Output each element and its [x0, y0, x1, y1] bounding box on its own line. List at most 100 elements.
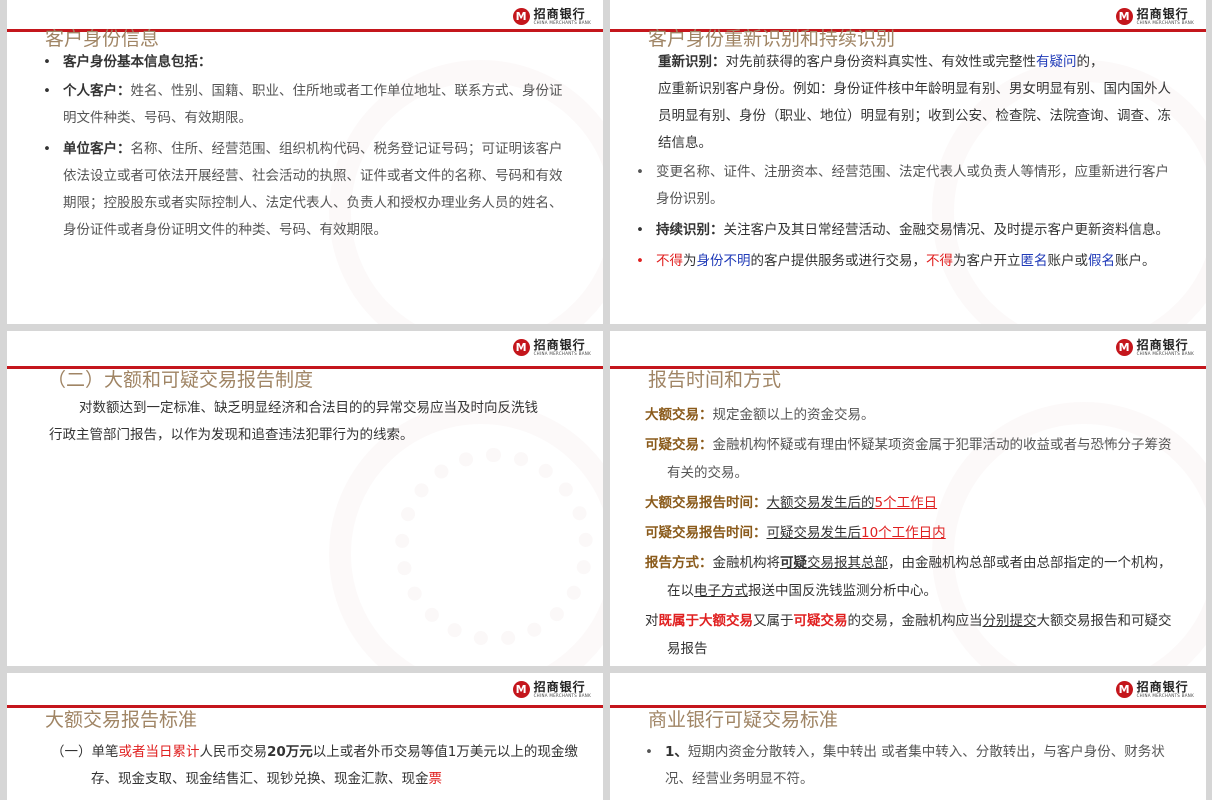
logo-en-text: CHINA MERCHANTS BANK [1136, 350, 1194, 356]
paragraph-reidentify: 重新识别：对先前获得的客户身份资料真实性、有效性或完整性有疑问的， 应重新识别客户… [636, 49, 1176, 157]
item-highlight: 5个工作日 [874, 495, 938, 511]
slide-title: 报告时间和方式 [648, 369, 782, 391]
item-highlight: 可疑 [780, 555, 807, 571]
slide-grid: M 招商银行 CHINA MERCHANTS BANK 客户身份信息 • 客户身份基… [0, 0, 1212, 800]
bullet-item: • 持续识别：关注客户及其日常经营活动、金融交易情况、及时提示客户更新资料信息。 [636, 222, 1170, 238]
logo-en-text: CHINA MERCHANTS BANK [1136, 692, 1194, 698]
highlight-text: 身份不明 [696, 253, 751, 269]
slide-suspicious-trade-standard[interactable]: M 招商银行 CHINA MERCHANTS BANK 商业银行可疑交易标准 • 1… [610, 673, 1206, 800]
slide-title: 客户身份重新识别和持续识别 [648, 28, 896, 50]
slide-title: （二）大额和可疑交易报告制度 [47, 369, 314, 391]
text: 为 [683, 253, 697, 269]
item-label: 大额交易： [645, 407, 713, 423]
line-large-trade: 大额交易：规定金额以上的资金交易。 [645, 401, 1175, 429]
slide-customer-identity-info[interactable]: M 招商银行 CHINA MERCHANTS BANK 客户身份信息 • 客户身份基… [7, 0, 603, 324]
bullet-text: 名称、住所、经营范围、组织机构代码、税务登记证号码；可证明该客户依法设立或者可依… [63, 141, 563, 238]
highlight-text: 匿名 [1020, 253, 1048, 269]
watermark-pattern [395, 448, 593, 646]
line-suspicious-trade: 可疑交易：金融机构怀疑或有理由怀疑某项资金属于犯罪活动的收益或者与恐怖分子筹资有… [645, 431, 1175, 487]
bullet-text: 关注客户及其日常经营活动、金融交易情况、及时提示客户更新资料信息。 [723, 222, 1170, 238]
text: 人民币交易 [199, 744, 268, 760]
line-suspicious-report-time: 可疑交易报告时间：可疑交易发生后10个工作日内 [645, 519, 1175, 547]
item-text: 金融机构怀疑或有理由怀疑某项资金属于犯罪活动的收益或者与恐怖分子筹资有关的交易。 [667, 437, 1172, 481]
slide-title: 大额交易报告标准 [45, 709, 198, 731]
slide-report-time-method[interactable]: M 招商银行 CHINA MERCHANTS BANK 报告时间和方式 大额交易：… [610, 331, 1206, 666]
text: 的客户提供服务或进行交易， [750, 253, 927, 269]
bullet-text: 短期内资金分散转入，集中转出 或者集中转入、分散转出，与客户身份、财务状况、经营… [665, 744, 1165, 787]
slide-large-suspicious-report-system[interactable]: M 招商银行 CHINA MERCHANTS BANK （二）大额和可疑交易报告制… [7, 331, 603, 666]
warn-text: 不得 [926, 253, 953, 269]
slide-body: 大额交易：规定金额以上的资金交易。 可疑交易：金融机构怀疑或有理由怀疑某项资金属… [645, 401, 1175, 663]
bullet-item: • 客户身份基本信息包括： [43, 54, 212, 70]
logo-cn-text: 招商银行 [1136, 337, 1189, 352]
slide-body: • 客户身份基本信息包括： • 个人客户：姓名、性别、国籍、职业、住所地或者工作单位… [43, 49, 573, 244]
para-text: 应重新识别客户身份。例如：身份证件核中年龄明显有别、男女明显有别、国内国外人员明… [658, 81, 1171, 151]
bullet-item: • 1、短期内资金分散转入，集中转出 或者集中转入、分散转出，与客户身份、财务状况… [645, 744, 1165, 787]
text: 账户或 [1047, 253, 1089, 269]
para-highlight: 有疑问 [1036, 54, 1077, 70]
item-highlight: 既属于大额交易 [658, 613, 754, 629]
bank-logo: M 招商银行 CHINA MERCHANTS BANK [512, 677, 591, 701]
bank-logo: M 招商银行 CHINA MERCHANTS BANK [1115, 4, 1194, 28]
item-text: 电子方式 [694, 583, 748, 599]
bank-logo: M 招商银行 CHINA MERCHANTS BANK [512, 4, 591, 28]
item-text: 报送中国反洗钱监测分析中心。 [748, 583, 937, 599]
item-label: 可疑交易： [645, 437, 713, 453]
bold-text: 20万元 [267, 744, 313, 760]
logo-cn-text: 招商银行 [533, 679, 586, 694]
text: 账户。 [1115, 253, 1156, 269]
item-label: 可疑交易报告时间： [645, 525, 767, 541]
warn-text: 不得 [656, 253, 683, 269]
item-highlight: 可疑交易 [793, 613, 848, 629]
bullet-item: • 变更名称、证件、注册资本、经营范围、法定代表人或负责人等情形，应重新进行客户身… [636, 164, 1169, 207]
line-report-method: 报告方式：金融机构将可疑交易报其总部，由金融机构总部或者由总部指定的一个机构，在… [645, 549, 1175, 605]
bank-logo-mark-icon: M [512, 7, 530, 25]
text: （一）单笔 [51, 744, 119, 760]
highlight-text: 票 [428, 771, 443, 787]
slide-body: 对数额达到一定标准、缺乏明显经济和合法目的的异常交易应当及时向反洗钱行政主管部门… [49, 400, 538, 443]
para-text: 的， [1076, 54, 1104, 70]
bullet-label: 单位客户： [63, 141, 131, 157]
logo-cn-text: 招商银行 [533, 337, 586, 352]
bullet-heading: 客户身份基本信息包括： [63, 54, 212, 70]
bank-logo-mark-icon: M [1115, 680, 1133, 698]
bank-logo-mark-icon: M [512, 338, 530, 356]
slide-body: （一）单笔或者当日累计人民币交易20万元以上或者外币交易等值1万美元以上的现金缴… [51, 739, 601, 793]
highlight-text: 或者当日累计 [118, 744, 200, 760]
slide-customer-reidentification[interactable]: M 招商银行 CHINA MERCHANTS BANK 客户身份重新识别和持续识别… [610, 0, 1206, 324]
item-text: 又属于 [753, 613, 794, 629]
logo-en-text: CHINA MERCHANTS BANK [533, 350, 591, 356]
logo-cn-text: 招商银行 [533, 6, 586, 21]
item-label: 大额交易报告时间： [645, 495, 767, 511]
highlight-text: 假名 [1088, 253, 1115, 269]
logo-en-text: CHINA MERCHANTS BANK [1136, 19, 1194, 25]
logo-cn-text: 招商银行 [1136, 679, 1189, 694]
item-text: 可疑交易发生后 [766, 525, 862, 541]
item-highlight: 分别提交 [982, 613, 1037, 629]
item-label: 报告方式： [645, 555, 713, 571]
bullet-label: 个人客户： [63, 83, 131, 99]
slide-large-trade-standard[interactable]: M 招商银行 CHINA MERCHANTS BANK 大额交易报告标准 （一）单… [7, 673, 603, 800]
item-text: 的交易，金融机构应当 [847, 613, 983, 629]
item-text: 交易报其总部 [807, 555, 888, 571]
bank-logo: M 招商银行 CHINA MERCHANTS BANK [1115, 677, 1194, 701]
logo-cn-text: 招商银行 [1136, 6, 1189, 21]
item-text: 对 [645, 613, 659, 629]
logo-en-text: CHINA MERCHANTS BANK [533, 692, 591, 698]
item-text: 规定金额以上的资金交易。 [712, 407, 875, 423]
bullet-item: • 个人客户：姓名、性别、国籍、职业、住所地或者工作单位地址、联系方式、身份证明文… [43, 83, 563, 126]
para-label: 重新识别： [658, 54, 726, 70]
item-text: 金融机构将 [712, 555, 781, 571]
slide-title: 客户身份信息 [45, 28, 160, 50]
bullet-item: • 单位客户：名称、住所、经营范围、组织机构代码、税务登记证号码；可证明该客户依法… [43, 141, 563, 238]
bullet-label: 持续识别： [656, 222, 724, 238]
bank-logo: M 招商银行 CHINA MERCHANTS BANK [512, 335, 591, 359]
text: 为客户开立 [953, 253, 1021, 269]
bank-logo: M 招商银行 CHINA MERCHANTS BANK [1115, 335, 1194, 359]
item-highlight: 10个工作日内 [861, 525, 946, 541]
bullet-text: 变更名称、证件、注册资本、经营范围、法定代表人或负责人等情形，应重新进行客户身份… [656, 164, 1169, 207]
bank-logo-mark-icon: M [1115, 338, 1133, 356]
slide-title: 商业银行可疑交易标准 [648, 709, 839, 731]
bullet-item: • 不得为身份不明的客户提供服务或进行交易，不得为客户开立匿名账户或假名账户。 [636, 253, 1156, 269]
line-large-report-time: 大额交易报告时间：大额交易发生后的5个工作日 [645, 489, 1175, 517]
